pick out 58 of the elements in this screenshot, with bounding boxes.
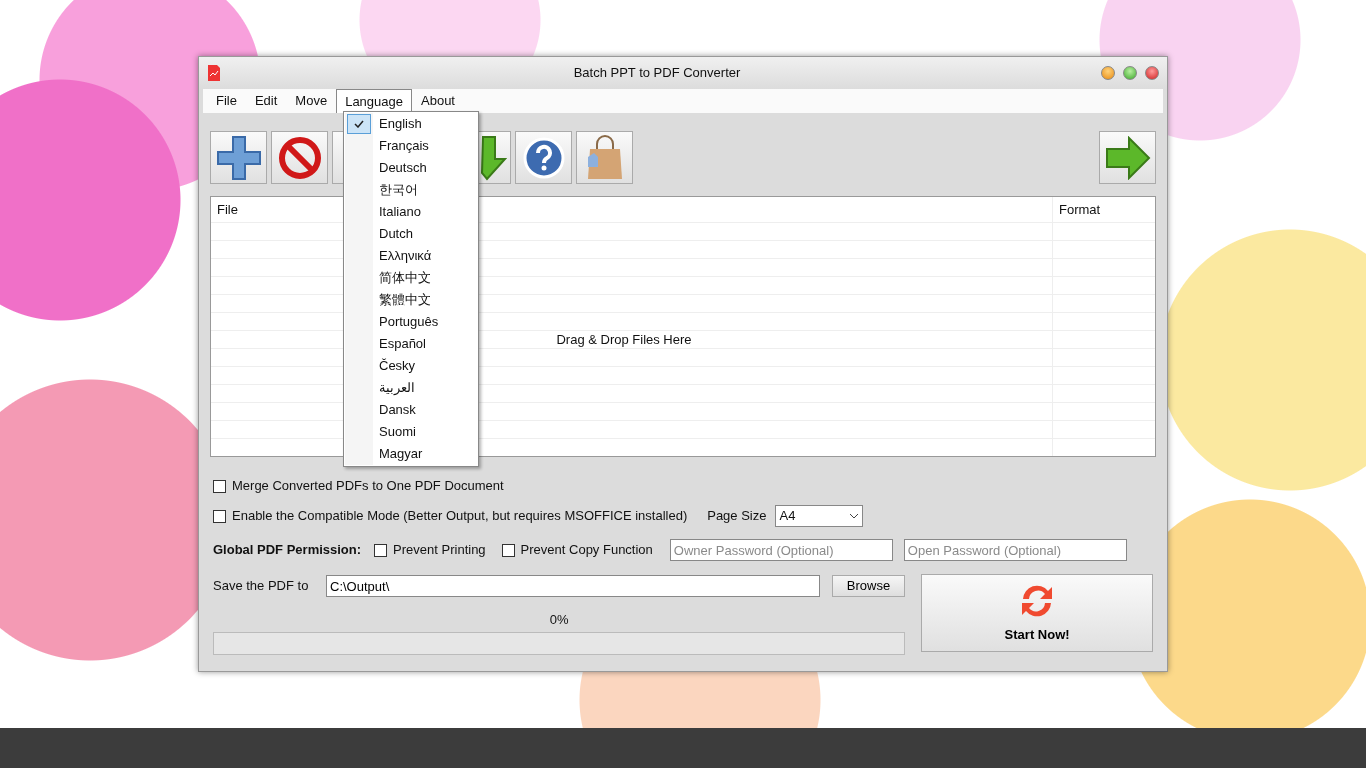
owner-password-field[interactable]: Owner Password (Optional) [669, 539, 893, 561]
menu-item[interactable]: Ελληνικά [345, 245, 477, 267]
menu-item[interactable]: العربية [345, 377, 477, 399]
toolbar-button[interactable] [515, 131, 572, 184]
menu-item[interactable]: Magyar [345, 443, 477, 465]
permission-label: Global PDF Permission: [213, 541, 362, 560]
minimize-button[interactable] [1101, 66, 1115, 80]
browse-button[interactable]: Browse [832, 575, 905, 597]
checkbox[interactable] [213, 479, 226, 493]
option-label: Prevent Copy Function [520, 541, 653, 560]
progress-percentage: 0% [549, 612, 569, 627]
menu-item[interactable]: 简体中文 [345, 267, 477, 289]
option-label: Enable the Compatible Mode (Better Output, but requires MSOFFICE installed) [232, 507, 688, 526]
app-logo-icon [207, 64, 221, 82]
menu-item[interactable]: English [345, 113, 477, 135]
page-size-dropdown[interactable]: A4 [775, 505, 864, 527]
toolbar-button[interactable] [576, 131, 633, 184]
option-label: Merge Converted PDFs to One PDF Document [232, 477, 504, 496]
window-title: Batch PPT to PDF Converter [572, 64, 742, 83]
column-header: Format [1059, 200, 1101, 219]
menu-item[interactable]: 한국어 [345, 179, 477, 201]
down-arrow-icon [480, 134, 507, 181]
menu-item[interactable]: Español [345, 333, 477, 355]
drop-hint: Drag & Drop Files Here [556, 330, 692, 349]
checkbox[interactable] [374, 543, 388, 557]
open-password-field[interactable]: Open Password (Optional) [903, 539, 1127, 561]
save-location-label: Save the PDF to [213, 577, 310, 596]
output-path-field[interactable]: C:\Output\ [326, 575, 820, 597]
option-label: Prevent Printing [393, 541, 486, 560]
menu-item[interactable]: Dutch [345, 223, 477, 245]
menu-item[interactable]: Move [286, 89, 337, 113]
toolbar-button[interactable] [210, 131, 267, 184]
menu-item[interactable]: Česky [345, 355, 477, 377]
right-arrow-icon [1104, 135, 1151, 180]
column-header: File [217, 200, 238, 219]
help-icon [521, 135, 566, 180]
close-button[interactable] [1145, 66, 1159, 80]
menu-item[interactable]: Edit [245, 89, 287, 113]
prohibited-icon [277, 135, 322, 180]
menu-item[interactable]: 繁體中文 [345, 289, 477, 311]
maximize-button[interactable] [1123, 66, 1137, 80]
checkbox[interactable] [213, 509, 226, 523]
menu-item[interactable]: Italiano [345, 201, 477, 223]
toolbar-button[interactable] [271, 131, 328, 184]
start-button[interactable]: Start Now! [921, 574, 1153, 652]
page-size-label: Page Size [707, 507, 767, 526]
menu-item[interactable]: Dansk [345, 399, 477, 421]
checkbox[interactable] [501, 543, 515, 557]
next-button[interactable] [1099, 131, 1156, 184]
caret-icon [849, 513, 860, 519]
menu-item[interactable]: Français [345, 135, 477, 157]
menu-item[interactable]: Suomi [345, 421, 477, 443]
menu-item[interactable]: Português [345, 311, 477, 333]
menu-item[interactable]: Deutsch [345, 157, 477, 179]
menu-item[interactable]: File [207, 89, 246, 113]
menu-item[interactable]: Language [336, 89, 412, 113]
plus-icon [214, 133, 263, 182]
menu-item[interactable]: About [412, 89, 464, 113]
